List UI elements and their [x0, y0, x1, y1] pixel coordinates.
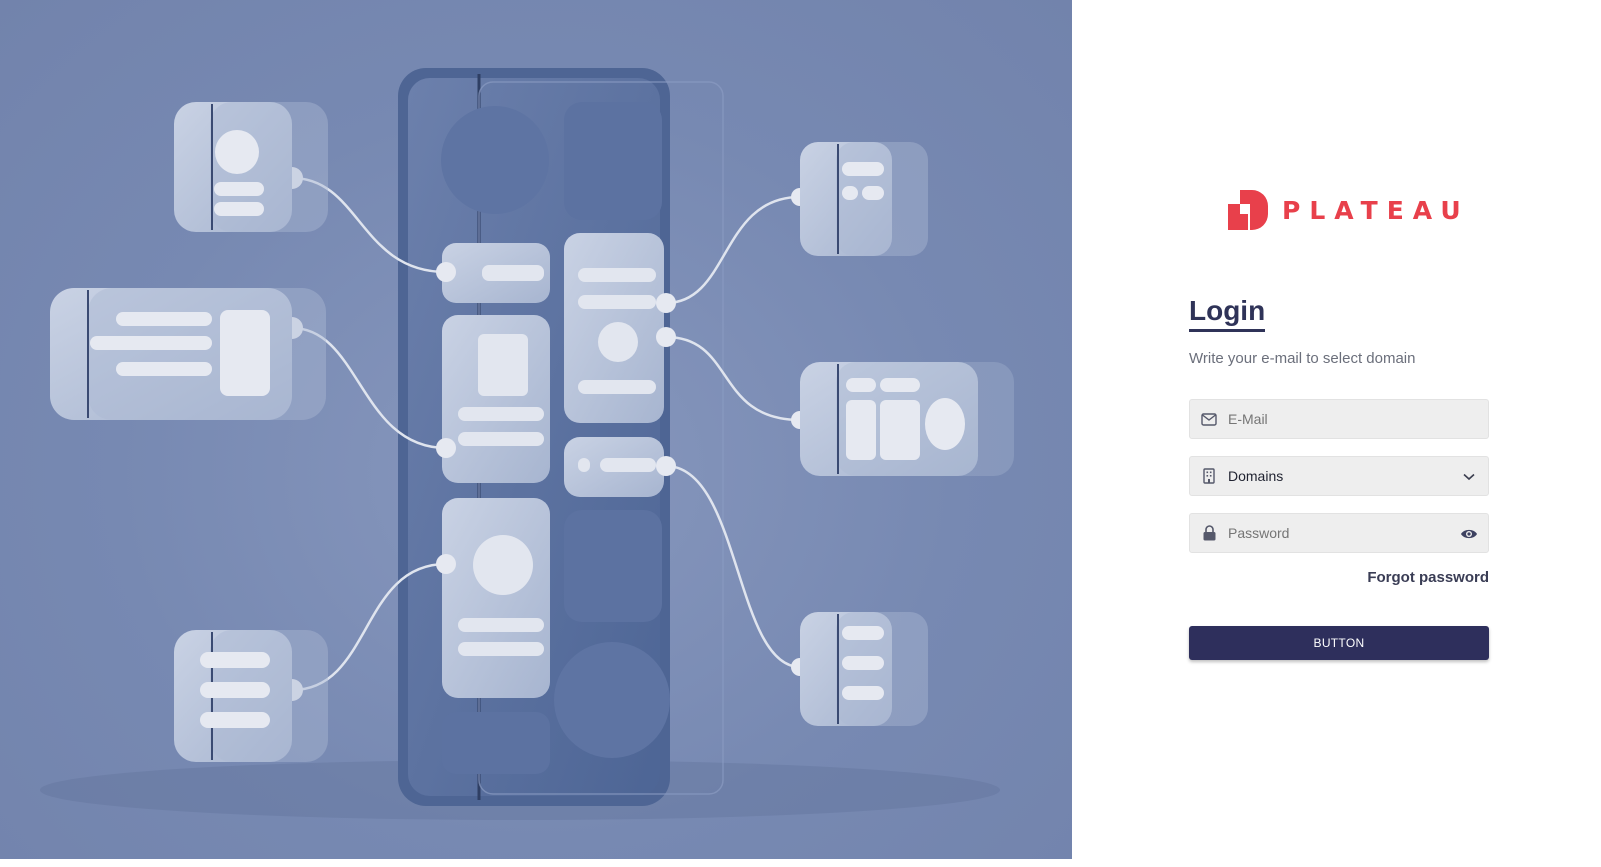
brand-logo: PLATEAU: [1228, 190, 1470, 230]
domain-select-value: Domains: [1228, 468, 1284, 484]
submit-button[interactable]: BUTTON: [1189, 626, 1489, 660]
domain-select[interactable]: Domains: [1189, 456, 1489, 496]
app-wireframe-illustration: [40, 68, 1014, 820]
lock-icon: [1200, 524, 1218, 542]
eye-icon[interactable]: [1460, 525, 1478, 543]
submit-button-label: BUTTON: [1313, 636, 1365, 650]
plateau-logo-icon: [1228, 190, 1268, 230]
chevron-down-icon[interactable]: [1460, 468, 1478, 486]
page-subtitle: Write your e-mail to select domain: [1189, 350, 1416, 367]
password-input[interactable]: [1228, 525, 1448, 541]
password-field[interactable]: [1189, 513, 1489, 553]
email-input[interactable]: [1228, 411, 1478, 427]
envelope-icon: [1200, 410, 1218, 428]
page-title: Login: [1189, 295, 1266, 332]
email-field[interactable]: [1189, 399, 1489, 439]
login-panel: PLATEAU Login Write your e-mail to selec…: [1072, 0, 1601, 867]
hero-illustration: [0, 0, 1072, 859]
forgot-password-link[interactable]: Forgot password: [1189, 569, 1489, 586]
building-icon: [1200, 467, 1218, 485]
brand-name: PLATEAU: [1282, 195, 1470, 225]
